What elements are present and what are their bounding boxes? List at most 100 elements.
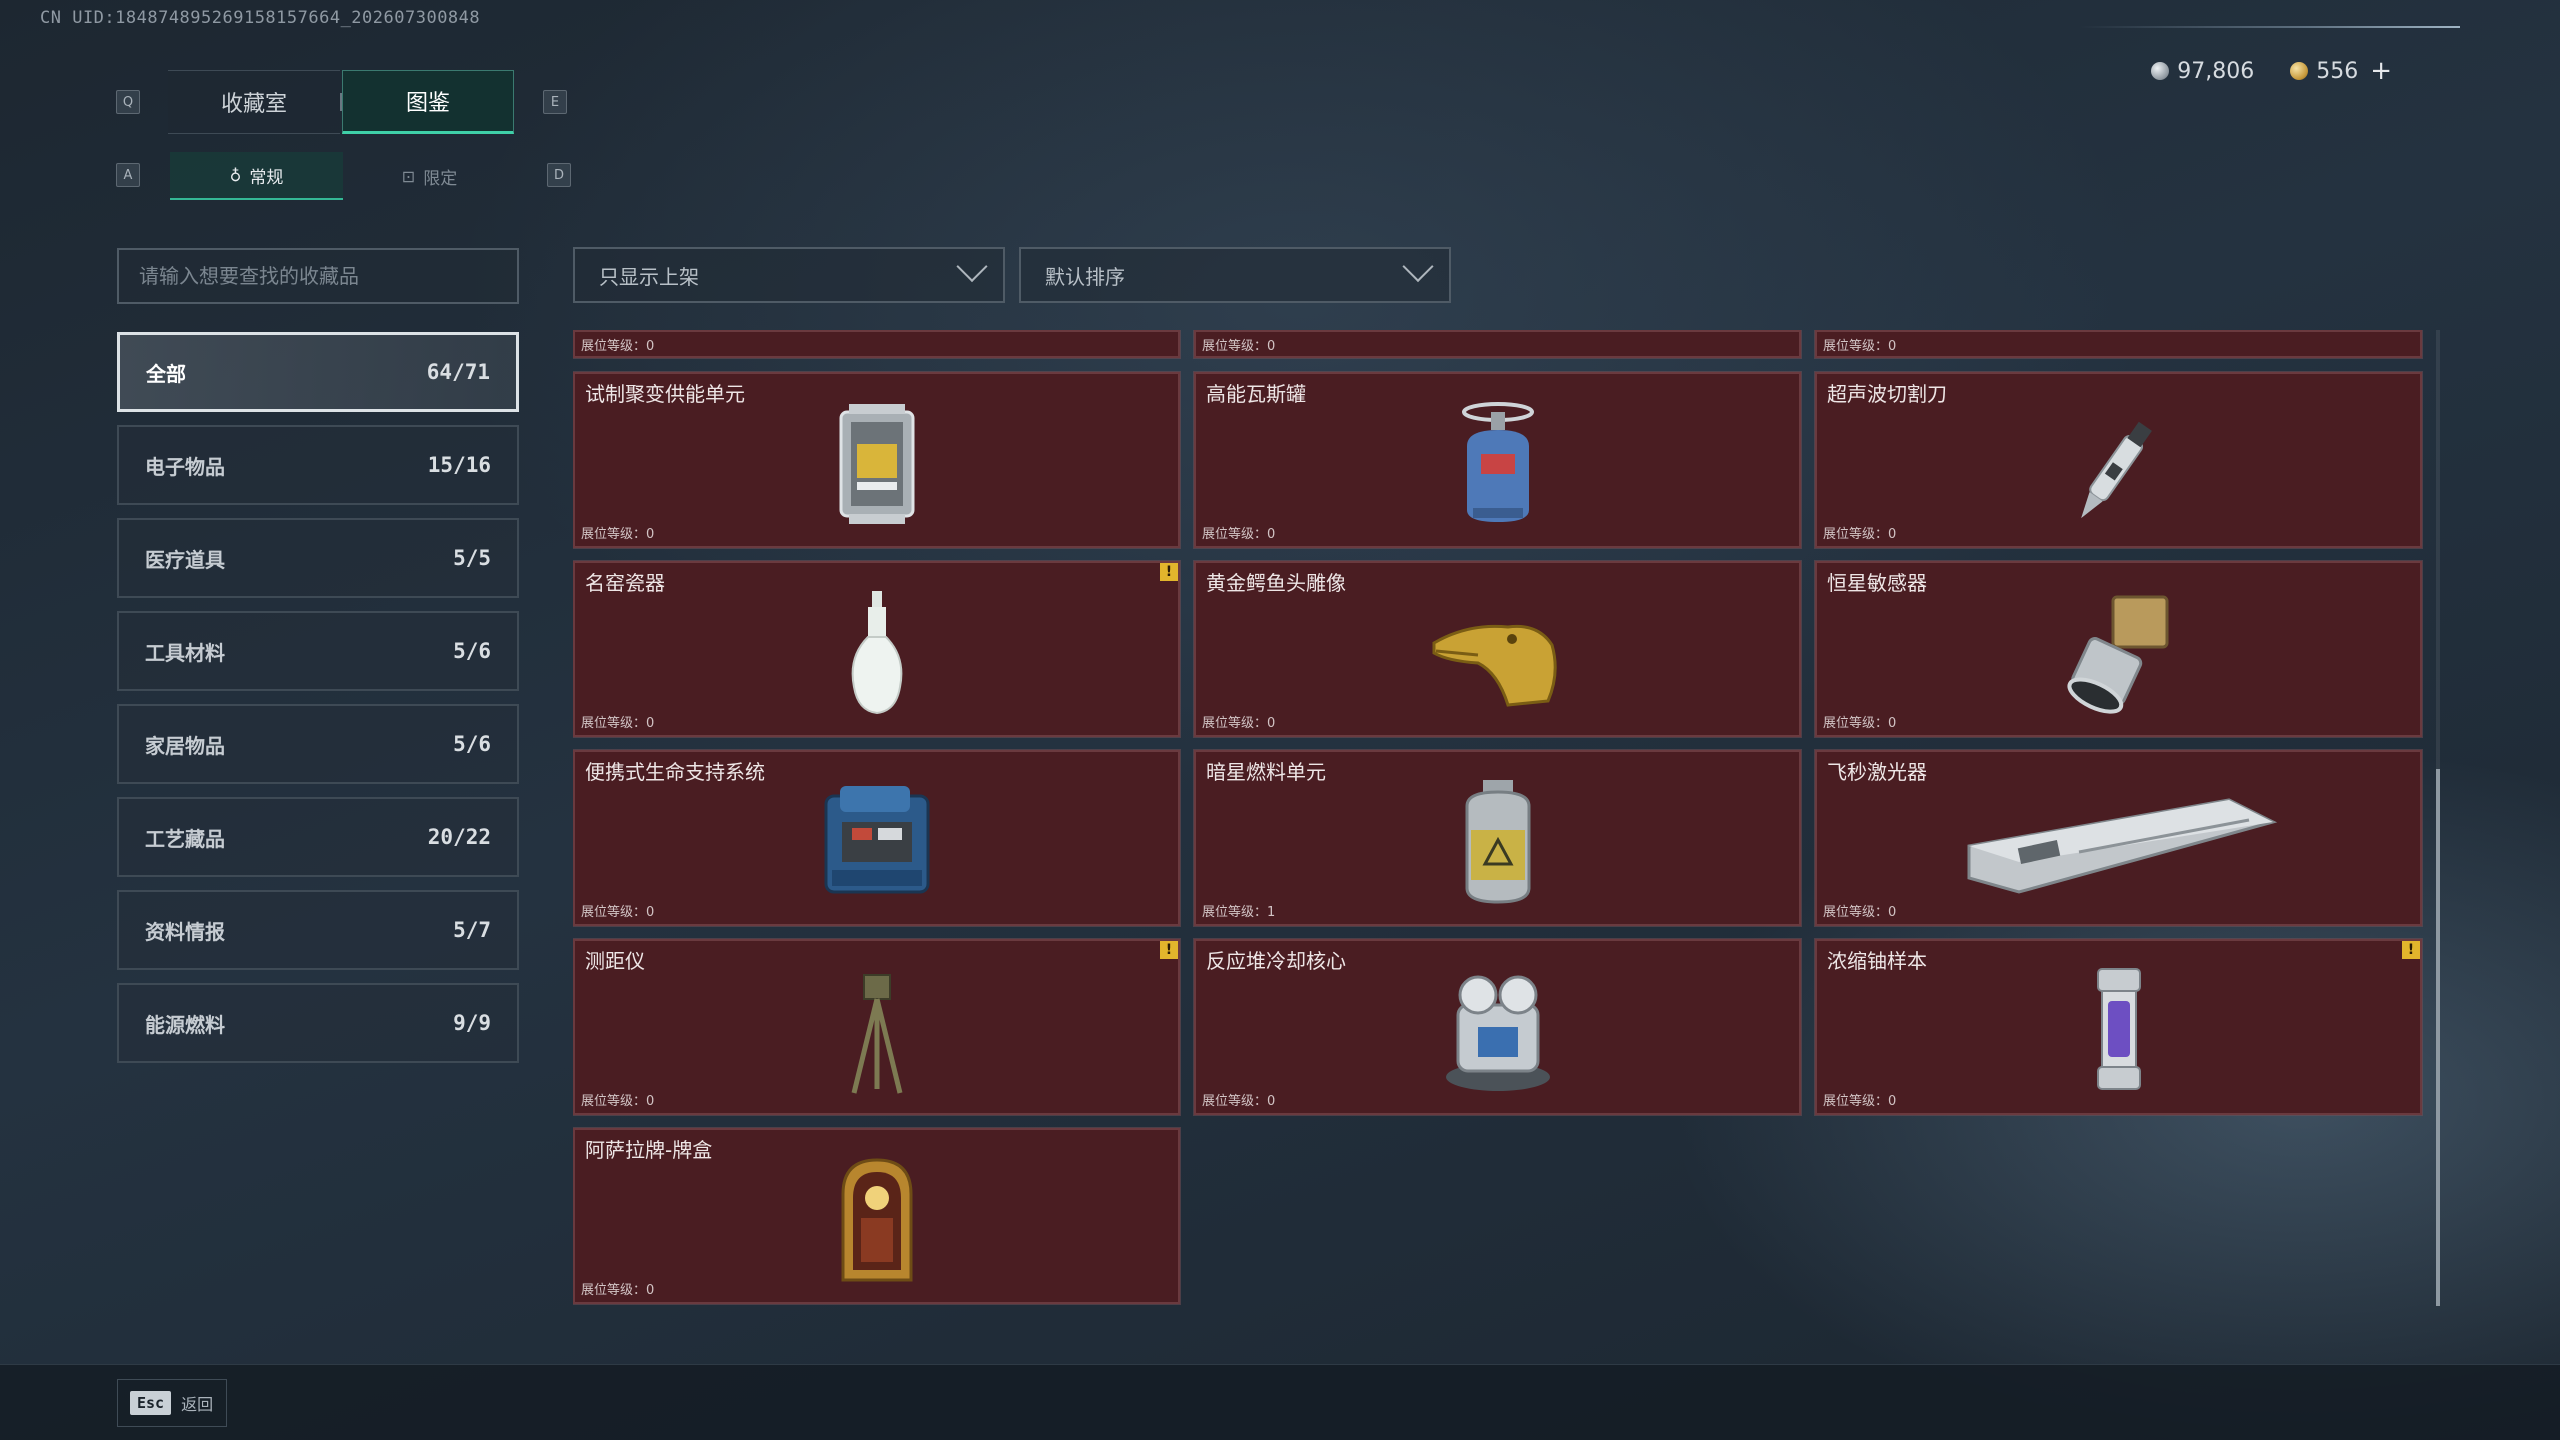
chevron-down-icon xyxy=(1402,250,1434,283)
item-card[interactable]: 浓缩铀样本 ! 展位等级：0 xyxy=(1814,938,2423,1116)
booth-level: 展位等级：0 xyxy=(581,905,655,920)
sub-tabs: ♁ 常规 ⊡ 限定 xyxy=(170,152,516,200)
category-label: 资料情报 xyxy=(145,919,225,944)
search-input[interactable] xyxy=(139,264,497,288)
category-count: 5/6 xyxy=(453,732,491,756)
item-card[interactable]: 飞秒激光器 展位等级：0 xyxy=(1814,749,2423,927)
scrollbar-thumb[interactable] xyxy=(2436,769,2440,1306)
bottom-bar xyxy=(0,1364,2560,1440)
item-card[interactable]: 名窑瓷器 ! 展位等级：0 xyxy=(573,560,1181,738)
item-name: 恒星敏感器 xyxy=(1827,571,1927,595)
regular-icon: ♁ xyxy=(229,165,242,185)
tab-catalog[interactable]: 图鉴 xyxy=(342,70,514,134)
item-card[interactable]: 阿萨拉牌-牌盒 展位等级：0 xyxy=(573,1127,1181,1305)
back-label: 返回 xyxy=(181,1395,214,1414)
booth-level: 展位等级：0 xyxy=(1823,339,1897,354)
key-d-hint[interactable]: D xyxy=(547,163,571,187)
fusion-unit-icon xyxy=(797,394,957,534)
booth-level: 展位等级：0 xyxy=(1202,716,1276,731)
booth-level: 展位等级：0 xyxy=(1202,527,1276,542)
item-name: 测距仪 xyxy=(585,949,645,973)
shelf-filter-dropdown[interactable]: 只显示上架 xyxy=(573,247,1005,303)
key-a-hint[interactable]: A xyxy=(116,163,140,187)
booth-level: 展位等级：0 xyxy=(581,1094,655,1109)
scrollbar[interactable] xyxy=(2436,330,2440,1306)
item-name: 飞秒激光器 xyxy=(1827,760,1927,784)
top-tabs: 收藏室 图鉴 xyxy=(168,70,514,134)
life-support-icon xyxy=(797,772,957,912)
item-card[interactable]: 暗星燃料单元 展位等级：1 xyxy=(1193,749,1802,927)
uid-text: CN UID:18487489526915815766​4_2026073008… xyxy=(40,8,481,28)
back-button[interactable]: Esc 返回 xyxy=(117,1379,227,1427)
rangefinder-icon xyxy=(797,961,957,1101)
category-count: 15/16 xyxy=(427,453,491,477)
category-label: 工具材料 xyxy=(145,640,225,665)
subtab-regular[interactable]: ♁ 常规 xyxy=(170,152,343,200)
subtab-limited-label: 限定 xyxy=(423,168,458,189)
item-card-partial[interactable]: 展位等级：0 xyxy=(1193,330,1802,359)
item-card[interactable]: 恒星敏感器 展位等级：0 xyxy=(1814,560,2423,738)
item-name: 浓缩铀样本 xyxy=(1827,949,1927,973)
sort-dropdown[interactable]: 默认排序 xyxy=(1019,247,1451,303)
add-currency-button[interactable]: + xyxy=(2370,56,2392,86)
item-name: 超声波切割刀 xyxy=(1827,382,1947,406)
gold-currency: 556 + xyxy=(2290,56,2392,86)
category-count: 64/71 xyxy=(426,360,490,384)
item-card-partial[interactable]: 展位等级：0 xyxy=(1814,330,2423,359)
warning-icon: ! xyxy=(2402,941,2420,959)
card-box-icon xyxy=(797,1150,957,1290)
item-card[interactable]: 高能瓦斯罐 展位等级：0 xyxy=(1193,371,1802,549)
warning-icon: ! xyxy=(1160,563,1178,581)
subtab-limited[interactable]: ⊡ 限定 xyxy=(343,152,516,200)
femto-laser-icon xyxy=(1949,772,2289,912)
booth-level: 展位等级：0 xyxy=(1202,339,1276,354)
category-count: 5/5 xyxy=(453,546,491,570)
gas-canister-icon xyxy=(1418,394,1578,534)
booth-level: 展位等级：0 xyxy=(581,1283,655,1298)
tab-collection-room[interactable]: 收藏室 xyxy=(168,70,340,134)
category-count: 5/6 xyxy=(453,639,491,663)
item-name: 暗星燃料单元 xyxy=(1206,760,1326,784)
item-card[interactable]: 试制聚变供能单元 展位等级：0 xyxy=(573,371,1181,549)
silver-currency: 97,806 xyxy=(2151,59,2254,84)
key-e-hint[interactable]: E xyxy=(543,90,567,114)
sort-value: 默认排序 xyxy=(1045,264,1125,289)
category-label: 工艺藏品 xyxy=(145,826,225,851)
category-tools[interactable]: 工具材料 5/6 xyxy=(117,611,519,691)
search-box[interactable] xyxy=(117,248,519,304)
key-q-hint[interactable]: Q xyxy=(116,90,140,114)
category-crafts[interactable]: 工艺藏品 20/22 xyxy=(117,797,519,877)
item-card[interactable]: 便携式生命支持系统 展位等级：0 xyxy=(573,749,1181,927)
category-label: 电子物品 xyxy=(145,454,225,479)
item-name: 名窑瓷器 xyxy=(585,571,665,595)
subtab-regular-label: 常规 xyxy=(249,167,284,188)
booth-level: 展位等级：0 xyxy=(1823,716,1897,731)
category-household[interactable]: 家居物品 5/6 xyxy=(117,704,519,784)
gold-crocodile-icon xyxy=(1418,583,1578,723)
item-card-partial[interactable]: 展位等级：0 xyxy=(573,330,1181,359)
booth-level: 展位等级：0 xyxy=(1823,905,1897,920)
item-name: 试制聚变供能单元 xyxy=(585,382,745,406)
category-count: 20/22 xyxy=(427,825,491,849)
limited-icon: ⊡ xyxy=(401,166,416,186)
item-card[interactable]: 测距仪 ! 展位等级：0 xyxy=(573,938,1181,1116)
item-card[interactable]: 反应堆冷却核心 展位等级：0 xyxy=(1193,938,1802,1116)
category-medical[interactable]: 医疗道具 5/5 xyxy=(117,518,519,598)
fuel-cell-icon xyxy=(1418,772,1578,912)
category-electronics[interactable]: 电子物品 15/16 xyxy=(117,425,519,505)
item-card[interactable]: 超声波切割刀 展位等级：0 xyxy=(1814,371,2423,549)
category-label: 医疗道具 xyxy=(145,547,225,572)
category-all[interactable]: 全部 64/71 xyxy=(117,332,519,412)
esc-key-hint: Esc xyxy=(130,1391,172,1415)
item-card[interactable]: 黄金鳄鱼头雕像 展位等级：0 xyxy=(1193,560,1802,738)
reactor-core-icon xyxy=(1418,961,1578,1101)
category-intel[interactable]: 资料情报 5/7 xyxy=(117,890,519,970)
uranium-sample-icon xyxy=(2039,961,2199,1101)
category-label: 全部 xyxy=(146,361,186,386)
category-label: 家居物品 xyxy=(145,733,225,758)
category-energy[interactable]: 能源燃料 9/9 xyxy=(117,983,519,1063)
chevron-down-icon xyxy=(956,250,988,283)
item-name: 反应堆冷却核心 xyxy=(1206,949,1346,973)
booth-level: 展位等级：0 xyxy=(581,716,655,731)
item-name: 便携式生命支持系统 xyxy=(585,760,765,784)
